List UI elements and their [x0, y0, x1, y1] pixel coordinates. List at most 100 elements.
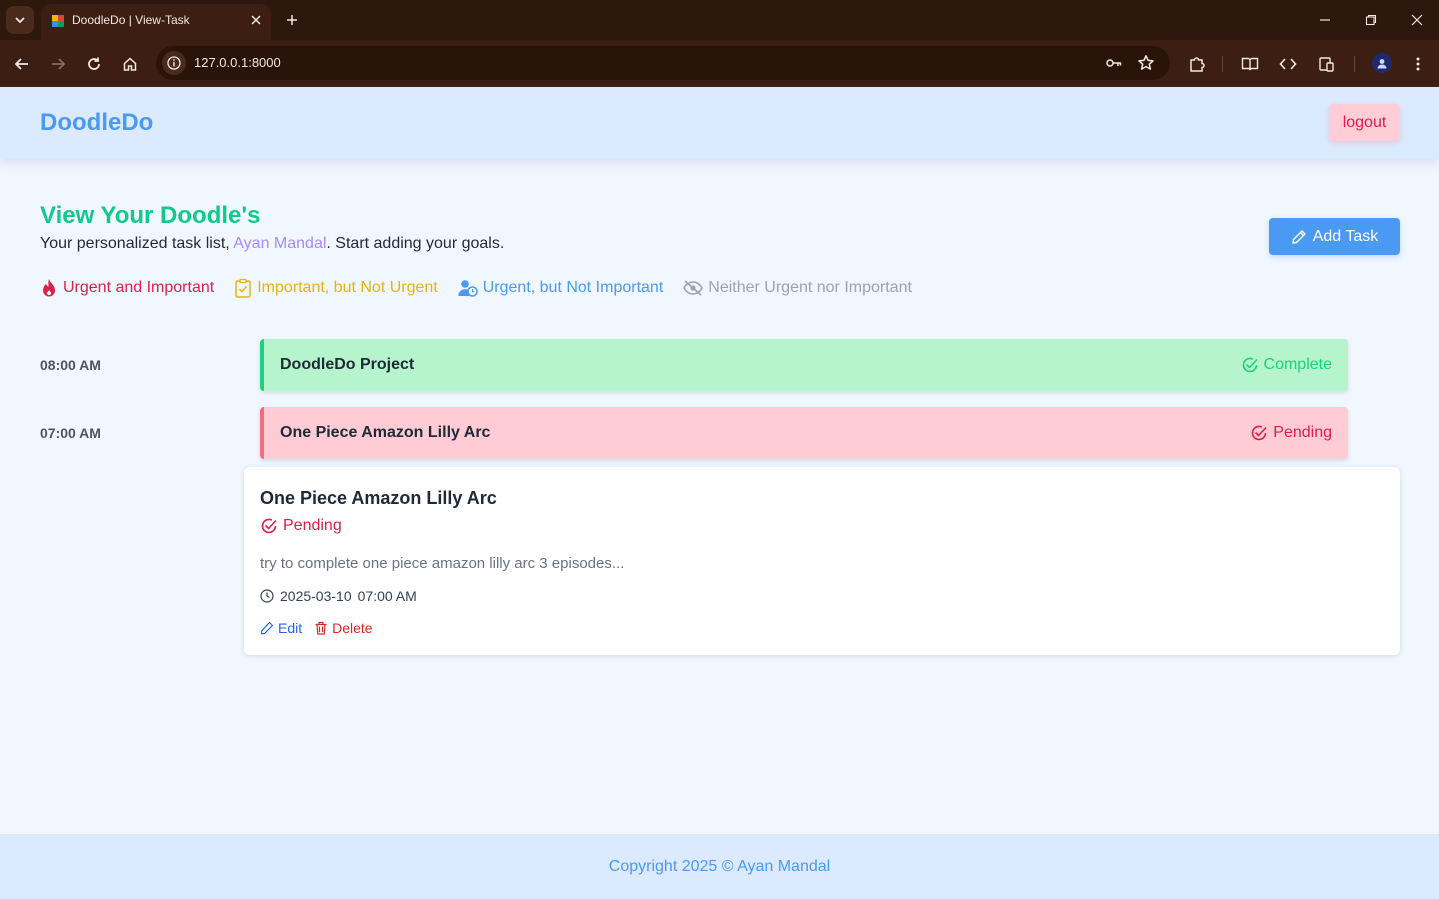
- site-info-button[interactable]: [162, 51, 186, 75]
- browser-menu-button[interactable]: [1404, 50, 1432, 78]
- devices-icon: [1319, 57, 1334, 72]
- tab-strip: DoodleDo | View-Task: [0, 0, 1439, 40]
- toolbar-divider: [1222, 56, 1223, 72]
- subtitle-suffix: . Start adding your goals.: [326, 235, 505, 252]
- task-time: 08:00 AM: [40, 357, 101, 373]
- pencil-icon: [1292, 229, 1306, 244]
- legend-urgent-not-important: Urgent, but Not Important: [458, 279, 664, 297]
- arrow-left-icon: [14, 58, 28, 70]
- star-icon: [1138, 55, 1154, 70]
- task-time: 07:00 AM: [40, 425, 101, 441]
- code-icon: [1279, 58, 1297, 70]
- legend-label: Urgent and Important: [63, 279, 215, 296]
- delete-button[interactable]: Delete: [314, 620, 373, 636]
- page-subtitle: Your personalized task list, Ayan Mandal…: [40, 235, 504, 253]
- device-toolbar-button[interactable]: [1312, 50, 1340, 78]
- task-title: DoodleDo Project: [280, 356, 415, 373]
- subtitle-prefix: Your personalized task list,: [40, 235, 234, 252]
- close-icon: [1411, 14, 1423, 26]
- detail-time: 07:00 AM: [357, 588, 417, 604]
- fire-icon: [43, 279, 55, 297]
- add-task-label: Add Task: [1312, 227, 1379, 245]
- task-status-label: Complete: [1263, 356, 1332, 373]
- trash-icon: [315, 621, 327, 635]
- address-bar[interactable]: 127.0.0.1:8000: [156, 46, 1170, 80]
- home-button[interactable]: [116, 50, 144, 78]
- detail-description: try to complete one piece amazon lilly a…: [260, 555, 625, 572]
- minimize-button[interactable]: [1313, 8, 1337, 32]
- extensions-button[interactable]: [1183, 50, 1211, 78]
- delete-label: Delete: [332, 620, 373, 636]
- task-status-label: Pending: [1273, 424, 1332, 441]
- detail-status-label: Pending: [283, 517, 342, 534]
- detail-actions: Edit Delete: [260, 620, 373, 636]
- kebab-menu-icon: [1416, 57, 1420, 71]
- info-icon: [167, 56, 181, 70]
- legend-neither: Neither Urgent nor Important: [683, 279, 912, 297]
- legend-important-not-urgent: Important, but Not Urgent: [234, 278, 438, 298]
- browser-toolbar: 127.0.0.1:8000: [0, 40, 1439, 87]
- profile-avatar[interactable]: [1372, 53, 1392, 73]
- clipboard-check-icon: [235, 278, 251, 298]
- user-name: Ayan Mandal: [233, 235, 327, 252]
- tab-search-button[interactable]: [6, 6, 34, 34]
- reload-button[interactable]: [80, 50, 108, 78]
- toolbar-divider: [1354, 56, 1355, 72]
- legend-label: Neither Urgent nor Important: [708, 279, 912, 296]
- reload-icon: [88, 57, 100, 70]
- restore-icon: [1365, 14, 1377, 26]
- legend-label: Important, but Not Urgent: [257, 279, 438, 296]
- forward-button[interactable]: [44, 50, 72, 78]
- page-title: View Your Doodle's: [40, 202, 261, 229]
- close-window-button[interactable]: [1405, 8, 1429, 32]
- user-clock-icon: [458, 280, 478, 297]
- reading-mode-button[interactable]: [1236, 50, 1264, 78]
- restore-button[interactable]: [1359, 8, 1383, 32]
- profile-icon: [1377, 59, 1387, 69]
- close-icon: [251, 15, 261, 25]
- chevron-down-icon: [15, 17, 25, 24]
- back-button[interactable]: [8, 50, 36, 78]
- detail-title: One Piece Amazon Lilly Arc: [260, 488, 497, 508]
- detail-status: Pending: [260, 517, 342, 535]
- edit-button[interactable]: Edit: [260, 620, 302, 636]
- puzzle-icon: [1190, 57, 1205, 72]
- pencil-icon: [260, 621, 274, 635]
- task-status: Pending: [1250, 424, 1332, 442]
- clock-icon: [260, 589, 274, 603]
- task-row[interactable]: DoodleDo Project Complete: [260, 339, 1348, 391]
- plus-icon: [287, 15, 297, 25]
- copyright-text: Copyright 2025 © Ayan Mandal: [608, 858, 831, 875]
- detail-date: 2025-03-10: [280, 588, 352, 604]
- bookmark-button[interactable]: [1135, 52, 1157, 74]
- browser-tab-active[interactable]: DoodleDo | View-Task: [41, 4, 271, 40]
- brand-logo[interactable]: DoodleDo: [40, 109, 153, 137]
- tab-title: DoodleDo | View-Task: [72, 13, 190, 27]
- circle-check-icon: [261, 518, 277, 534]
- task-row[interactable]: One Piece Amazon Lilly Arc Pending: [260, 407, 1348, 459]
- minimize-icon: [1320, 19, 1330, 21]
- site-footer: Copyright 2025 © Ayan Mandal: [0, 834, 1439, 899]
- edit-label: Edit: [278, 620, 303, 636]
- arrow-right-icon: [52, 58, 66, 70]
- priority-legend: Urgent and Important Important, but Not …: [40, 276, 912, 300]
- add-task-button[interactable]: Add Task: [1269, 218, 1400, 255]
- task-status: Complete: [1241, 356, 1332, 374]
- home-icon: [123, 57, 137, 71]
- tab-close-button[interactable]: [247, 11, 265, 29]
- favicon-icon: [52, 15, 64, 27]
- key-icon: [1106, 59, 1122, 67]
- browser-chrome: DoodleDo | View-Task 127.0.0.1:8000: [0, 0, 1439, 87]
- url-text: 127.0.0.1:8000: [194, 55, 281, 70]
- site-header: DoodleDo logout: [0, 87, 1439, 159]
- new-tab-button[interactable]: [281, 9, 303, 31]
- logout-button[interactable]: logout: [1329, 104, 1400, 141]
- task-detail-card: One Piece Amazon Lilly Arc Pending try t…: [244, 467, 1400, 655]
- task-title: One Piece Amazon Lilly Arc: [280, 424, 491, 441]
- devtools-button[interactable]: [1274, 50, 1302, 78]
- legend-label: Urgent, but Not Important: [482, 279, 664, 296]
- circle-check-icon: [1252, 425, 1267, 441]
- circle-check-icon: [1242, 357, 1258, 373]
- password-key-button[interactable]: [1103, 52, 1125, 74]
- eye-slash-icon: [683, 280, 704, 296]
